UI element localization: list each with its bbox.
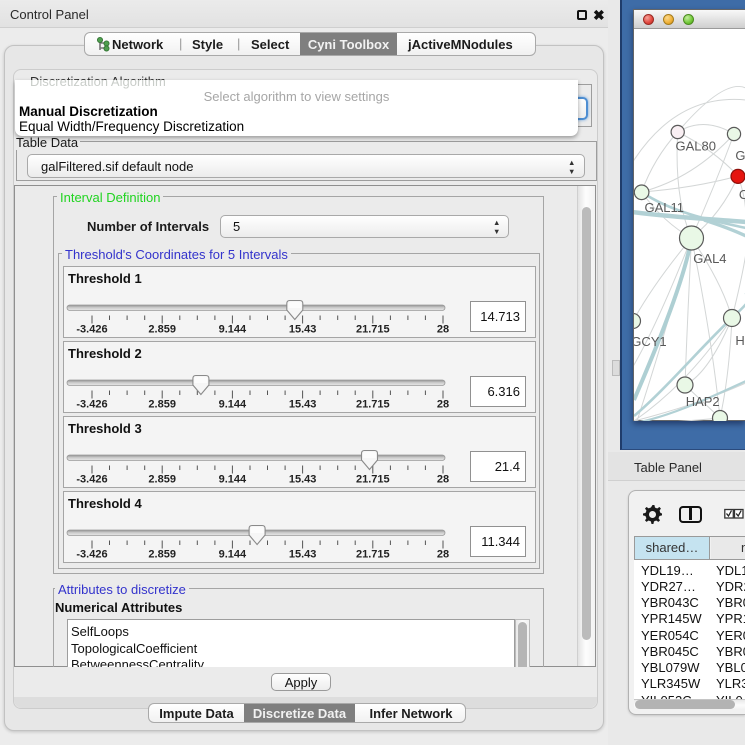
svg-text:15.43: 15.43 <box>289 549 317 561</box>
svg-text:GAL80: GAL80 <box>676 139 716 154</box>
svg-text:15.43: 15.43 <box>289 399 317 411</box>
svg-text:C: C <box>739 187 745 202</box>
svg-text:-3.426: -3.426 <box>76 549 107 561</box>
svg-text:9.144: 9.144 <box>219 324 247 336</box>
svg-text:21.715: 21.715 <box>356 324 390 336</box>
svg-text:21.715: 21.715 <box>356 549 390 561</box>
svg-text:28: 28 <box>437 474 449 486</box>
svg-text:2.859: 2.859 <box>148 474 176 486</box>
svg-text:2.859: 2.859 <box>148 549 176 561</box>
svg-text:GAL4: GAL4 <box>693 251 726 266</box>
svg-text:HAP2: HAP2 <box>686 394 720 409</box>
svg-text:-3.426: -3.426 <box>76 324 107 336</box>
svg-text:9.144: 9.144 <box>219 474 247 486</box>
svg-text:21.715: 21.715 <box>356 399 390 411</box>
svg-text:2.859: 2.859 <box>148 399 176 411</box>
svg-text:H: H <box>735 333 744 348</box>
svg-text:9.144: 9.144 <box>219 399 247 411</box>
svg-text:-3.426: -3.426 <box>76 399 107 411</box>
svg-text:2.859: 2.859 <box>148 324 176 336</box>
svg-text:15.43: 15.43 <box>289 324 317 336</box>
svg-text:28: 28 <box>437 399 449 411</box>
svg-text:GAL11: GAL11 <box>645 200 685 215</box>
svg-text:21.715: 21.715 <box>356 474 390 486</box>
svg-text:9.144: 9.144 <box>219 549 247 561</box>
svg-text:15.43: 15.43 <box>289 474 317 486</box>
svg-text:28: 28 <box>437 324 449 336</box>
svg-text:GA: GA <box>735 148 745 163</box>
svg-text:28: 28 <box>437 549 449 561</box>
svg-text:GCY1: GCY1 <box>634 334 667 349</box>
svg-text:-3.426: -3.426 <box>76 474 107 486</box>
